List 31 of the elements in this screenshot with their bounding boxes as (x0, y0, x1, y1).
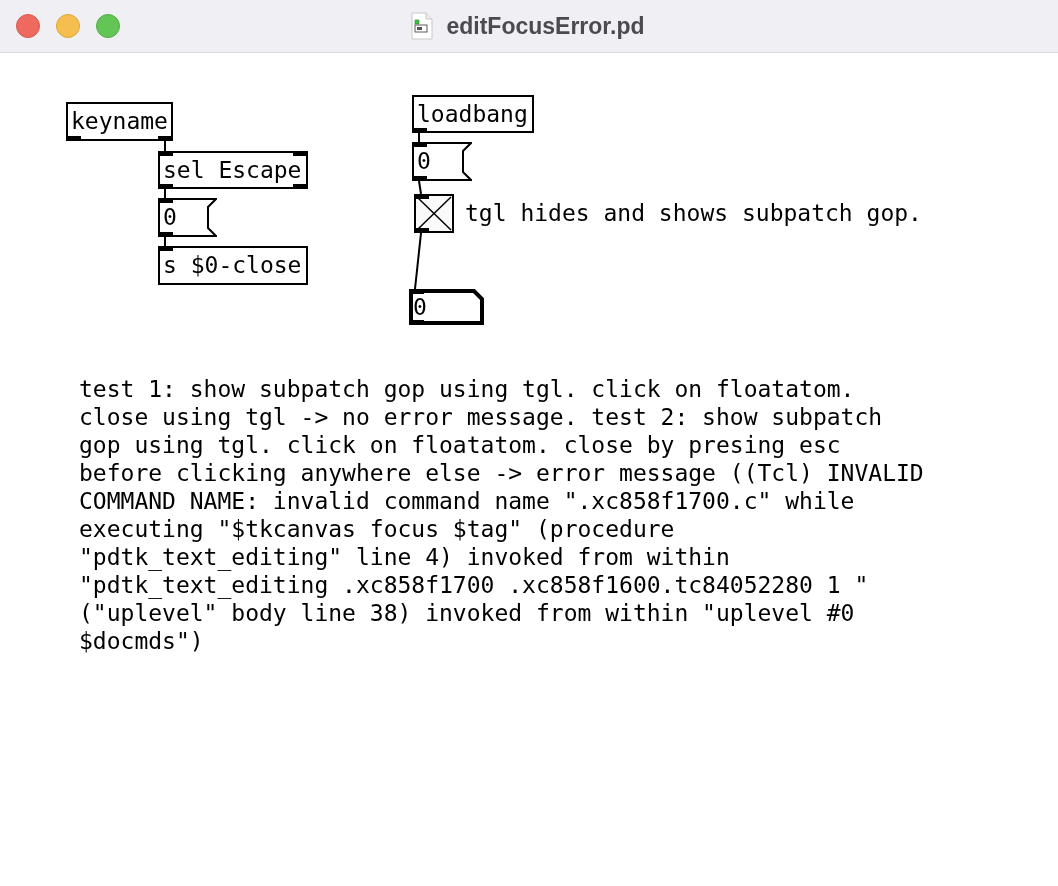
object-box: loadbang (412, 95, 534, 133)
object-box: sel Escape (158, 151, 308, 189)
comment-text: tgl hides and shows subpatch gop. (465, 199, 922, 228)
patch-cord (414, 232, 422, 290)
zoom-button[interactable] (96, 14, 120, 38)
outlet-icon (414, 228, 429, 233)
outlet-icon (158, 184, 173, 189)
cross-icon (416, 196, 452, 231)
outlet-icon (412, 176, 427, 181)
outlet-icon (412, 128, 427, 133)
inlet-icon (293, 151, 308, 156)
outlet-icon (66, 136, 81, 141)
inlet-icon (158, 198, 173, 203)
outlet-icon (158, 232, 173, 237)
number-box[interactable]: 0 (409, 289, 484, 325)
object-box: keyname (66, 102, 173, 141)
inlet-icon (158, 151, 173, 156)
inlet-icon (414, 194, 429, 199)
object-box: s $0-close (158, 246, 308, 285)
window-title: editFocusError.pd (446, 11, 645, 41)
message-box[interactable]: 0 (412, 142, 472, 181)
minimize-button[interactable] (56, 14, 80, 38)
inlet-icon (158, 246, 173, 251)
outlet-icon (293, 184, 308, 189)
outlet-icon (158, 136, 173, 141)
message-box[interactable]: 0 (158, 198, 217, 237)
inlet-icon (412, 142, 427, 147)
close-button[interactable] (16, 14, 40, 38)
document-icon (411, 12, 434, 40)
comment-text: test 1: show subpatch gop using tgl. click on floatatom. close using tgl -> no error message. test 2: show subpatch gop using tgl. click on floatatom. close by presing esc before clicking anywhere else -> error message ((Tcl) INVALID COMMAND NAME: invalid command name ".xc858f1700.c" while executing "$tkcanvas focus $tag" (procedure "pdtk_text_editing" line 4) invoked from within "pdtk_text_editing .xc858f1700 .xc858f1600.tc84052280 1 " ("uplevel" body line 38) invoked from within "uplevel #0 $docmds") (79, 375, 925, 655)
patch-cord (418, 180, 422, 195)
